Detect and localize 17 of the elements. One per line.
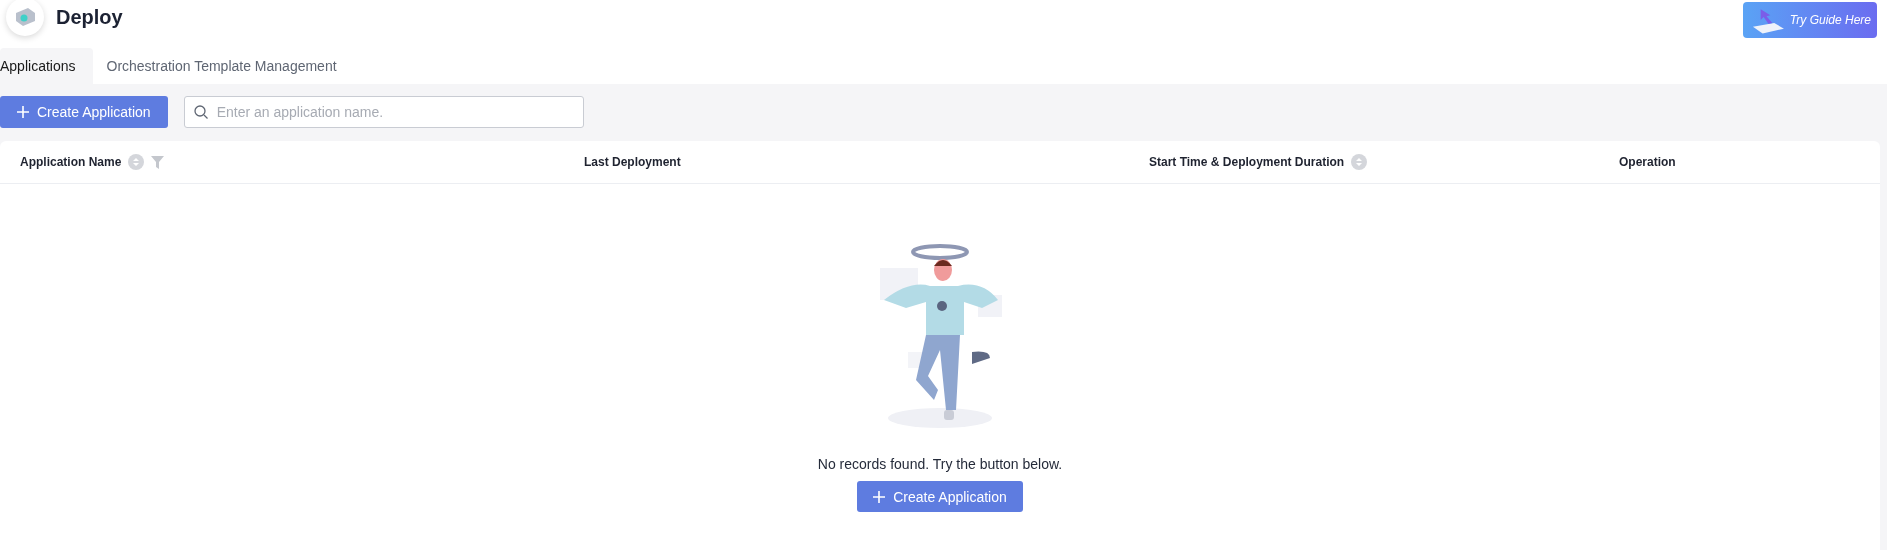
sort-icon[interactable] — [128, 154, 145, 170]
column-header: Start Time & Deployment Duration — [1149, 155, 1345, 169]
plus-icon — [873, 490, 886, 503]
search-icon — [193, 105, 208, 119]
create-application-button[interactable]: Create Application — [857, 481, 1023, 512]
guide-button[interactable]: Try Guide Here — [1743, 2, 1877, 38]
tab[interactable]: Applications — [0, 48, 93, 84]
sort-icon[interactable] — [1351, 154, 1368, 170]
column-header: Last Deployment — [584, 155, 681, 169]
plus-icon — [17, 106, 29, 118]
column-header: Operation — [1619, 155, 1676, 169]
create-application-button[interactable]: Create Application — [0, 96, 168, 128]
search-field[interactable]: Enter an application name. — [183, 96, 584, 128]
page-title: Deploy — [56, 5, 123, 29]
filter-icon[interactable] — [151, 155, 165, 169]
column-header: Application Name — [20, 155, 122, 169]
empty-message: No records found. Try the button below. — [817, 456, 1063, 472]
